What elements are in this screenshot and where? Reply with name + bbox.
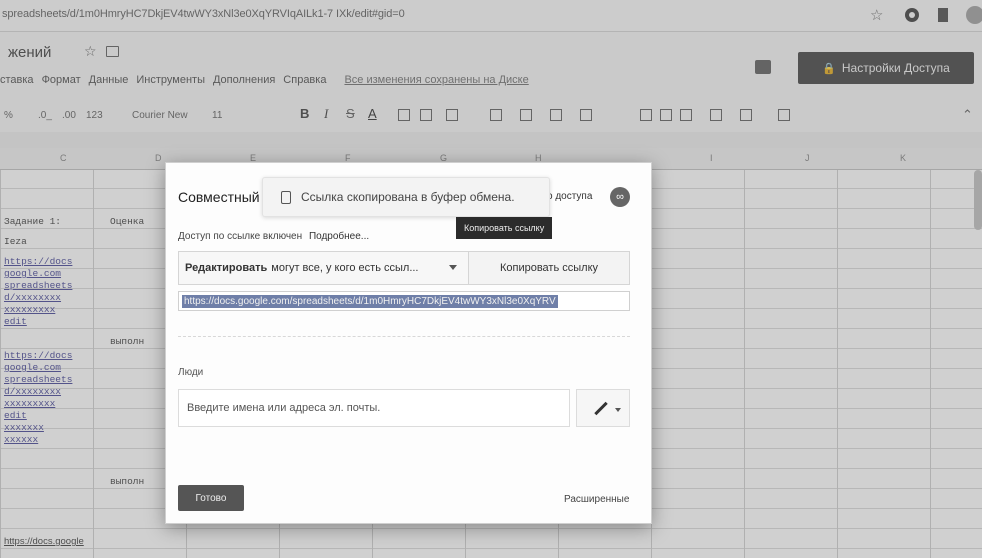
chevron-down-icon	[615, 408, 621, 412]
clipboard-icon	[281, 190, 291, 204]
share-link-url[interactable]: https://docs.google.com/spreadsheets/d/1…	[182, 295, 558, 308]
access-settings-link[interactable]: о доступа	[547, 191, 592, 202]
link-access-status: Доступ по ссылке включен Подробнее...	[178, 231, 369, 242]
advanced-link[interactable]: Расширенные	[564, 494, 629, 505]
permission-description: могут все, у кого есть ссыл...	[271, 262, 419, 274]
dialog-title: Совместный	[178, 189, 260, 205]
learn-more-link[interactable]: Подробнее...	[309, 231, 369, 242]
link-icon[interactable]: ∞	[610, 187, 630, 207]
chevron-down-icon	[449, 265, 457, 270]
edit-permission-button[interactable]	[576, 389, 630, 427]
copy-link-tooltip: Копировать ссылку	[456, 217, 553, 239]
share-dialog: Совместный о доступа ∞ Ссылка скопирован…	[165, 162, 652, 524]
pencil-icon	[594, 401, 608, 416]
divider	[178, 336, 630, 337]
done-button[interactable]: Готово	[178, 485, 244, 511]
permission-dropdown[interactable]: Редактировать могут все, у кого есть ссы…	[178, 251, 470, 285]
toast-text: Ссылка скопирована в буфер обмена.	[301, 190, 515, 204]
copy-link-button[interactable]: Копировать ссылку	[468, 251, 630, 285]
permission-level: Редактировать	[185, 262, 268, 274]
share-link-field[interactable]: https://docs.google.com/spreadsheets/d/1…	[178, 291, 630, 311]
people-input[interactable]: Введите имена или адреса эл. почты.	[178, 389, 570, 427]
copied-toast: Ссылка скопирована в буфер обмена.	[262, 177, 550, 217]
link-enabled-text: Доступ по ссылке включен	[178, 231, 303, 242]
people-label: Люди	[178, 367, 204, 378]
